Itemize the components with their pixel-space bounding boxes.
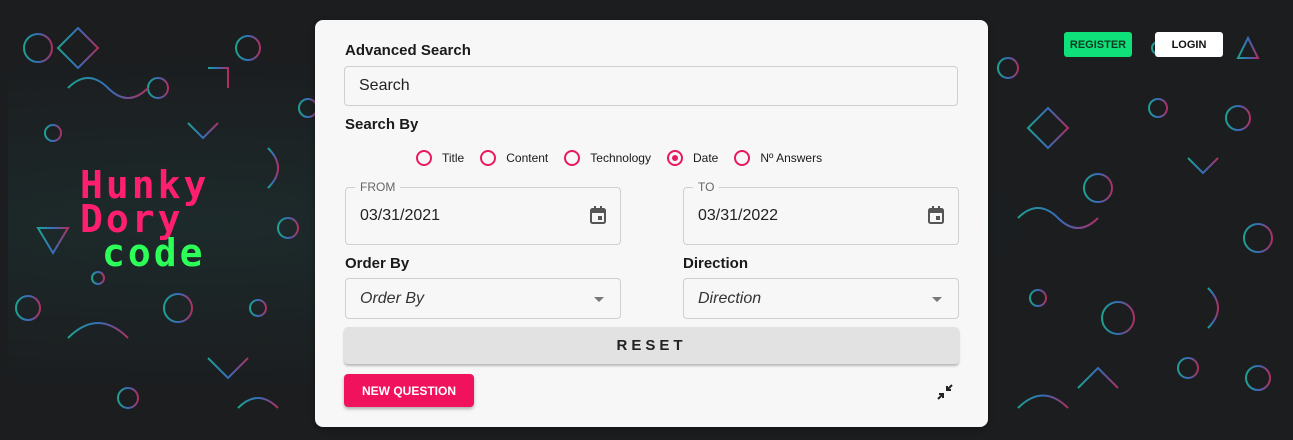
radio-circle[interactable] [734, 150, 751, 166]
advanced-search-title: Advanced Search [345, 42, 471, 59]
login-button[interactable]: LOGIN [1155, 32, 1223, 57]
from-date-value[interactable]: 03/31/2021 [360, 207, 440, 225]
order-by-placeholder: Order By [360, 290, 425, 307]
logo-line-3: code [102, 231, 206, 275]
from-date-legend: FROM [355, 180, 401, 194]
from-date-field[interactable]: FROM 03/31/2021 [345, 180, 621, 245]
dropdown-arrow-icon[interactable] [594, 297, 604, 302]
direction-placeholder: Direction [698, 290, 762, 307]
search-input[interactable] [344, 66, 958, 106]
radio-label: Date [692, 151, 719, 165]
search-by-label: Search By [345, 116, 419, 133]
order-by-select[interactable]: Order By [345, 278, 621, 319]
hunky-dory-logo: Hunky Dory code [80, 166, 209, 275]
radio-technology[interactable]: Technology [564, 150, 651, 166]
reset-button[interactable]: RESET [344, 327, 959, 364]
radio-circle[interactable] [416, 150, 432, 166]
direction-label: Direction [683, 255, 749, 272]
radio-title[interactable]: Title [416, 150, 464, 166]
register-button[interactable]: REGISTER [1064, 32, 1132, 57]
radio-label: Title [442, 151, 465, 165]
radio-circle[interactable] [564, 150, 581, 166]
order-by-label: Order By [345, 255, 410, 272]
calendar-icon[interactable] [928, 206, 944, 229]
radio-label: Nº Answers [760, 151, 823, 165]
radio-date[interactable]: Date [666, 150, 719, 166]
radio-content[interactable]: Content [480, 150, 548, 166]
radio-circle-selected[interactable] [666, 150, 683, 166]
to-date-field[interactable]: TO 03/31/2022 [683, 180, 959, 245]
to-date-legend: TO [693, 180, 720, 194]
radio-label: Content [506, 151, 549, 165]
advanced-search-panel: Advanced Search Search By Title Content … [315, 20, 988, 427]
dropdown-arrow-icon[interactable] [932, 297, 942, 302]
radio-label: Technology [590, 151, 651, 165]
to-date-value[interactable]: 03/31/2022 [698, 207, 778, 225]
collapse-icon[interactable] [934, 381, 956, 403]
new-question-button[interactable]: NEW QUESTION [344, 374, 474, 407]
radio-circle[interactable] [480, 150, 497, 166]
direction-select[interactable]: Direction [683, 278, 959, 319]
radio-answers[interactable]: Nº Answers [734, 150, 822, 166]
search-by-radio-group: Title Content Technology Date Nº Answers [416, 148, 838, 168]
calendar-icon[interactable] [590, 206, 606, 229]
